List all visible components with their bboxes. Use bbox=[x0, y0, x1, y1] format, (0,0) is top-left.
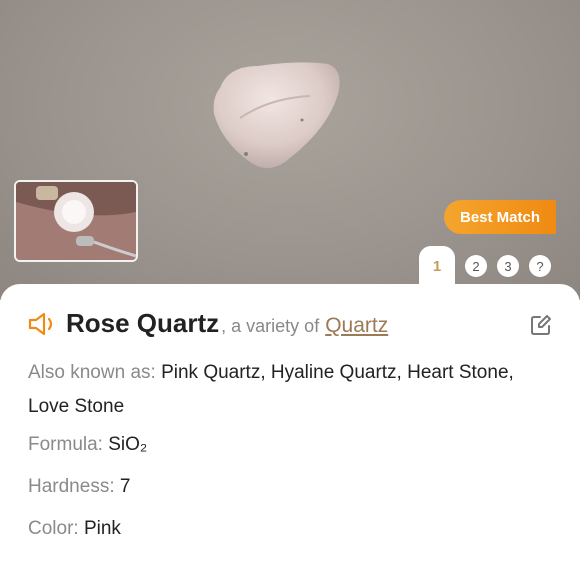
result-tabs: 1 2 3 ? bbox=[419, 246, 551, 286]
color-row: Color: Pink bbox=[28, 512, 540, 546]
edit-icon[interactable] bbox=[530, 314, 552, 336]
hardness-row: Hardness: 7 bbox=[28, 470, 540, 504]
result-card: Rose Quartz , a variety of Quartz Also k… bbox=[0, 284, 580, 580]
hardness-label: Hardness: bbox=[28, 476, 115, 497]
formula-row: Formula: SiO₂ bbox=[28, 428, 540, 462]
thumbnail-image[interactable] bbox=[14, 180, 138, 262]
formula-label: Formula: bbox=[28, 434, 103, 455]
color-value: Pink bbox=[83, 518, 121, 539]
tab-1[interactable]: 1 bbox=[419, 246, 455, 286]
mineral-name: Rose Quartz bbox=[66, 308, 220, 338]
specimen-photo: Best Match 1 2 3 ? bbox=[0, 0, 580, 300]
aka-label: Also known as: bbox=[28, 362, 156, 383]
title-row: Rose Quartz , a variety of Quartz bbox=[28, 308, 552, 339]
variety-text: , a variety of bbox=[221, 316, 320, 336]
hardness-value: 7 bbox=[119, 476, 131, 497]
stone-image bbox=[213, 62, 340, 169]
color-label: Color: bbox=[28, 518, 79, 539]
tab-2[interactable]: 2 bbox=[465, 255, 487, 277]
variety-link[interactable]: Quartz bbox=[325, 314, 388, 338]
tab-3[interactable]: 3 bbox=[497, 255, 519, 277]
formula-value: SiO₂ bbox=[108, 434, 148, 455]
best-match-badge: Best Match bbox=[444, 200, 556, 234]
speaker-icon[interactable] bbox=[28, 311, 58, 337]
tab-help[interactable]: ? bbox=[529, 255, 551, 277]
aka-row: Also known as: Pink Quartz, Hyaline Quar… bbox=[28, 356, 540, 424]
